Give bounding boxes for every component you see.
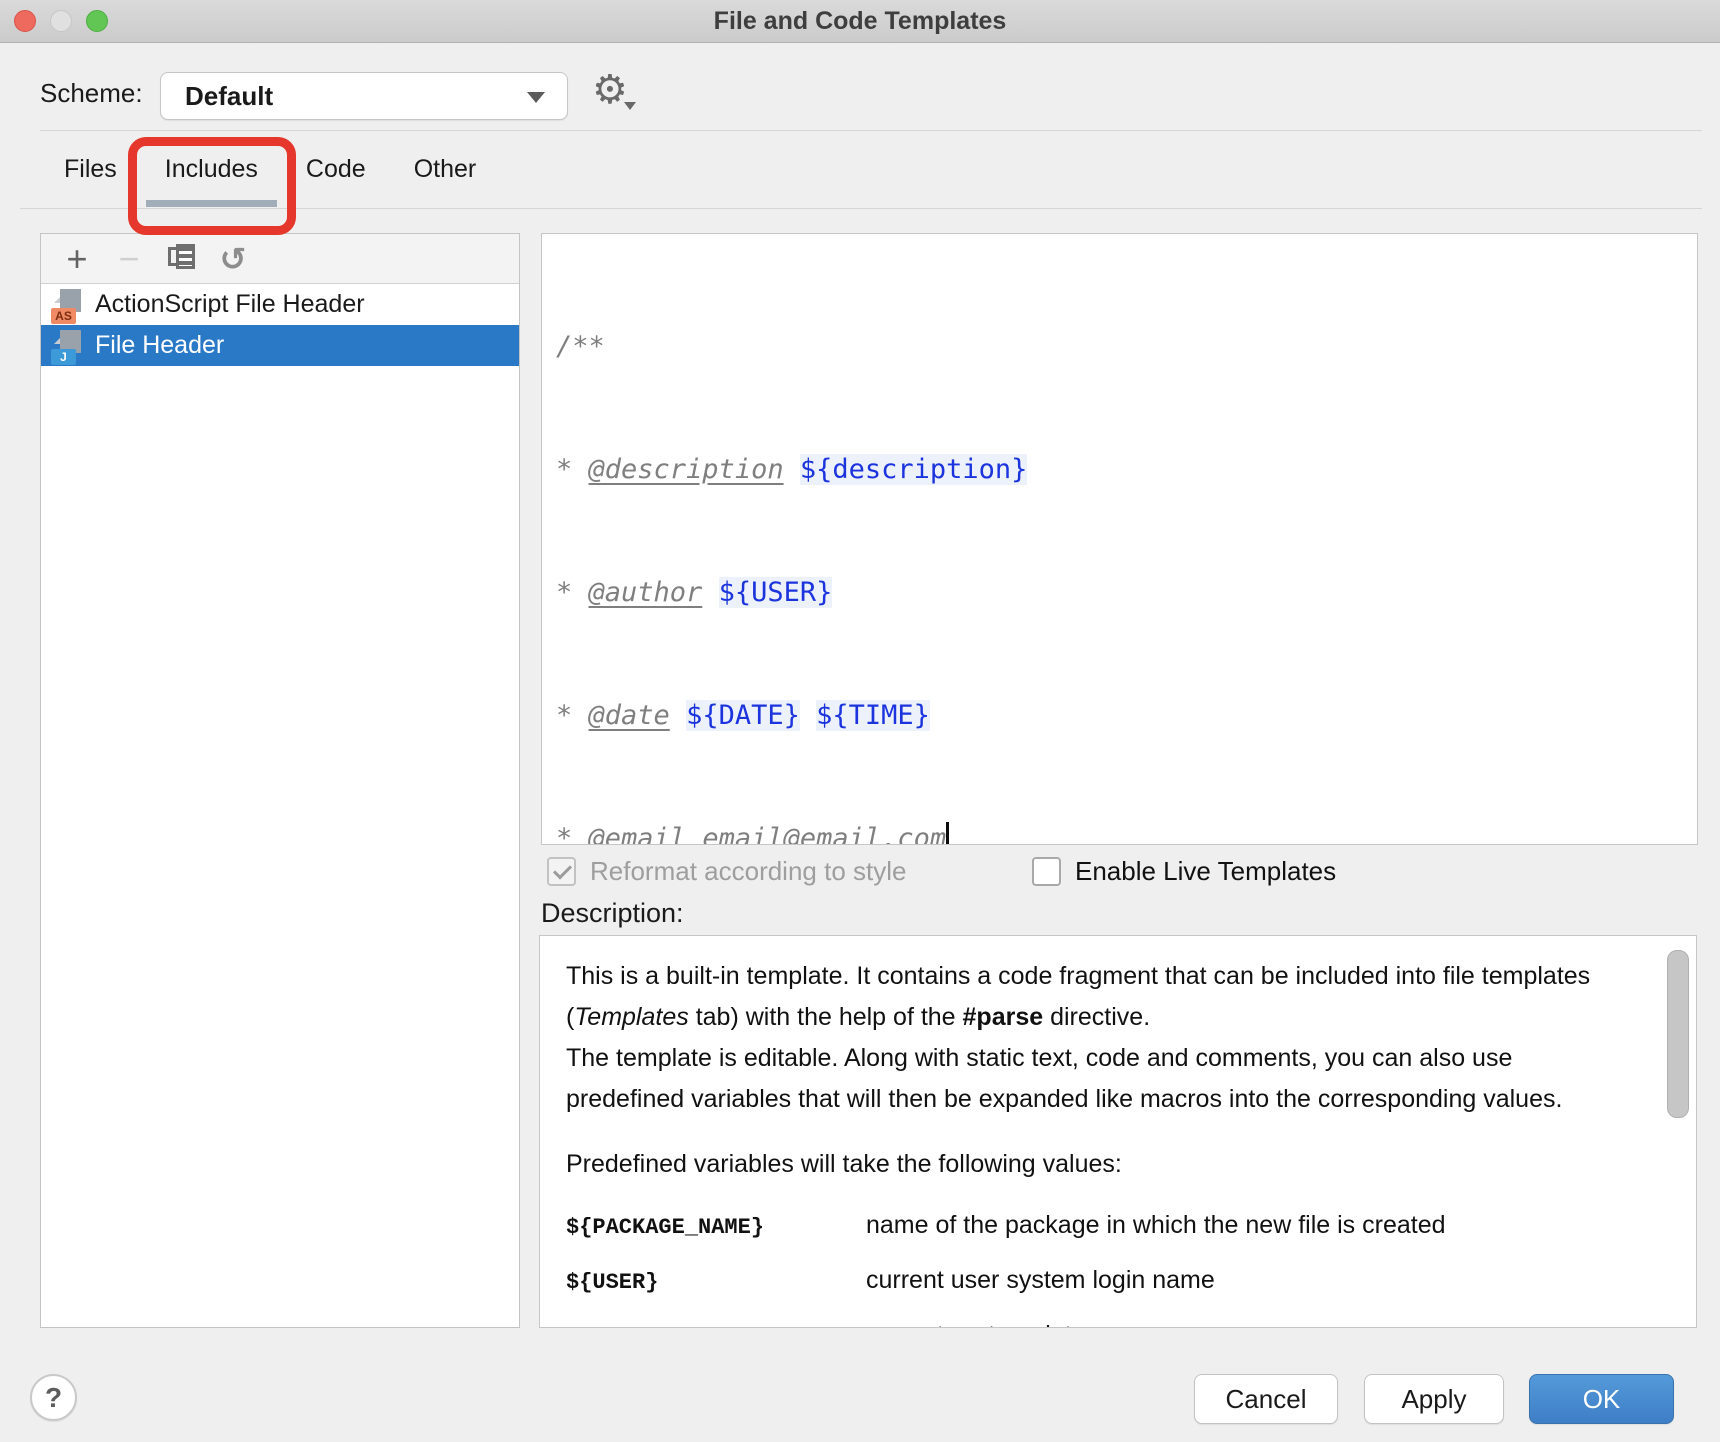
remove-icon: −	[118, 241, 139, 277]
reformat-option: Reformat according to style	[547, 856, 906, 887]
titlebar: File and Code Templates	[0, 0, 1720, 43]
file-header-icon: J	[51, 327, 87, 365]
selected-tab-underline	[146, 200, 277, 207]
add-icon: +	[66, 241, 87, 277]
cancel-button[interactable]: Cancel	[1194, 1374, 1338, 1424]
copy-template-button[interactable]	[159, 239, 203, 279]
description-scrollbar[interactable]	[1667, 950, 1689, 1118]
add-template-button[interactable]: +	[55, 239, 99, 279]
window-controls	[14, 0, 108, 42]
separator-below-tabs	[20, 208, 1702, 209]
revert-template-button[interactable]: ↺	[211, 239, 255, 279]
tab-includes[interactable]: Includes	[141, 131, 282, 208]
tab-other[interactable]: Other	[390, 131, 501, 208]
variables-table: ${PACKAGE_NAME} name of the package in w…	[566, 1205, 1616, 1328]
description-label: Description:	[541, 898, 684, 929]
copy-icon	[168, 244, 195, 273]
variable-row: ${USER} current user system login name	[566, 1260, 1616, 1315]
variable-row: ${PACKAGE_NAME} name of the package in w…	[566, 1205, 1616, 1260]
enable-live-templates-checkbox[interactable]	[1032, 857, 1061, 886]
file-and-code-templates-dialog: File and Code Templates Scheme: Default …	[0, 0, 1720, 1442]
tab-code[interactable]: Code	[282, 131, 390, 208]
templates-list-panel: + − ↺ AS ActionScript File Header J	[40, 233, 520, 1328]
question-mark-icon: ?	[45, 1382, 62, 1414]
tab-bar: Files Includes Code Other	[40, 131, 500, 208]
revert-icon: ↺	[220, 241, 247, 277]
reformat-checkbox	[547, 857, 576, 886]
list-item-actionscript-file-header[interactable]: AS ActionScript File Header	[41, 284, 519, 325]
help-button[interactable]: ?	[30, 1374, 77, 1421]
code-line: * @description ${description}	[556, 449, 1697, 490]
list-item-file-header[interactable]: J File Header	[41, 325, 519, 366]
scheme-dropdown[interactable]: Default	[160, 72, 568, 120]
description-panel: This is a built-in template. It contains…	[539, 935, 1697, 1328]
code-line: * @author ${USER}	[556, 572, 1697, 613]
code-line: /**	[556, 326, 1697, 367]
remove-template-button: −	[107, 239, 151, 279]
text-cursor	[946, 822, 949, 845]
description-paragraph-3: Predefined variables will take the follo…	[566, 1144, 1616, 1185]
minimize-window-button[interactable]	[50, 10, 72, 32]
zoom-window-button[interactable]	[86, 10, 108, 32]
variable-row: ${DATE} current system date	[566, 1315, 1616, 1328]
enable-live-templates-label: Enable Live Templates	[1075, 856, 1336, 887]
actionscript-file-icon: AS	[51, 286, 87, 324]
scheme-label: Scheme:	[40, 78, 143, 109]
close-window-button[interactable]	[14, 10, 36, 32]
gear-caret-icon	[624, 102, 636, 110]
reformat-label: Reformat according to style	[590, 856, 906, 887]
gear-icon[interactable]: ⚙	[592, 66, 628, 114]
chevron-down-icon	[527, 92, 545, 103]
template-editor[interactable]: /** * @description ${description} * @aut…	[541, 233, 1698, 845]
list-toolbar: + − ↺	[41, 234, 519, 284]
ok-button[interactable]: OK	[1529, 1374, 1674, 1424]
description-paragraph-1: This is a built-in template. It contains…	[566, 956, 1616, 1038]
code-line: * @date ${DATE} ${TIME}	[556, 695, 1697, 736]
scheme-dropdown-value: Default	[185, 81, 273, 112]
description-paragraph-2: The template is editable. Along with sta…	[566, 1038, 1616, 1120]
code-line: * @email email@email.com	[556, 818, 1697, 845]
live-templates-option[interactable]: Enable Live Templates	[1032, 856, 1336, 887]
window-title: File and Code Templates	[714, 7, 1007, 36]
apply-button[interactable]: Apply	[1364, 1374, 1504, 1424]
tab-files[interactable]: Files	[40, 131, 141, 208]
